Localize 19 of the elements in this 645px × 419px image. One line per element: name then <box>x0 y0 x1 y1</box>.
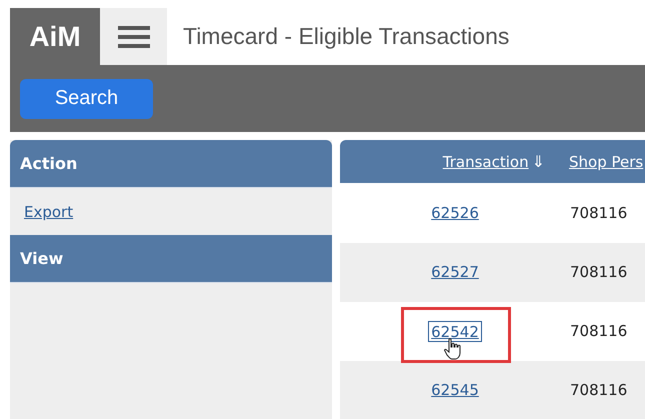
column-header[interactable]: Transaction <box>442 152 529 171</box>
table-cell: 708116 <box>570 322 628 340</box>
transaction-link[interactable]: 62526 <box>431 204 479 222</box>
menu-icon <box>118 26 150 48</box>
section-header: View <box>10 235 332 283</box>
table-cell: 708116 <box>570 263 628 282</box>
menu-button[interactable] <box>100 8 167 65</box>
app-logo: AiM <box>10 8 100 65</box>
section-header: Action <box>10 140 332 188</box>
search-button[interactable]: Search <box>20 78 153 118</box>
transaction-link[interactable]: 62527 <box>431 263 479 282</box>
column-header[interactable]: Shop Pers <box>569 152 644 171</box>
transaction-link[interactable]: 62542 <box>431 322 479 341</box>
transaction-link[interactable]: 62545 <box>431 381 479 400</box>
sort-icon: ⇓ <box>532 152 545 172</box>
table-cell: 708116 <box>570 204 628 222</box>
export-link[interactable]: Export <box>24 202 74 220</box>
table-cell: 708116 <box>570 381 628 400</box>
page-title: Timecard - Eligible Transactions <box>182 22 510 51</box>
